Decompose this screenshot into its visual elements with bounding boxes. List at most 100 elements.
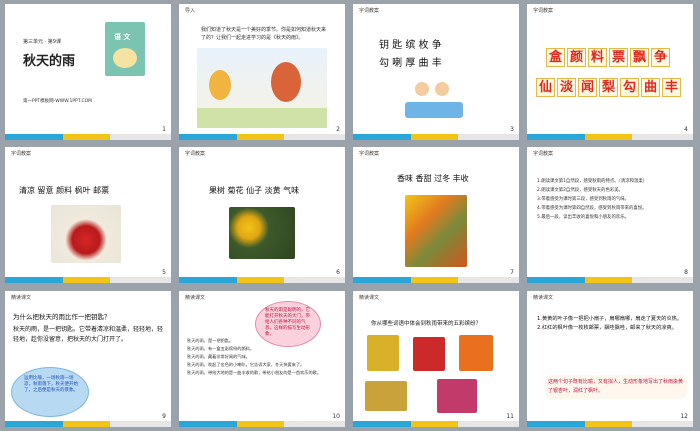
cover-illustration <box>113 48 137 68</box>
slide-2[interactable]: 导入 我们知道了秋天是一个美好的季节。你是如何知道秋天来了的？让我们一起走进学习… <box>179 4 345 140</box>
question-text: 为什么把秋天的雨比作一把钥匙？ <box>13 313 111 321</box>
slide-number: 7 <box>510 269 514 276</box>
passage-line: 1.黄黄的叶子像一把把小扇子，扇哪扇哪，扇走了夏天的炎热。 <box>537 316 683 322</box>
ginkgo-tree-image <box>367 335 399 371</box>
slide-footer-bar <box>179 274 345 283</box>
slide-header: 字词教案 <box>533 151 554 157</box>
slide-number: 4 <box>684 126 688 133</box>
vocab-row-2: 勾 喇 厚 曲 丰 <box>379 58 442 69</box>
slide-number: 12 <box>680 413 688 420</box>
char-tile: 颜 <box>567 48 586 67</box>
slide-12[interactable]: 精读课文 1.黄黄的叶子像一把把小扇子，扇哪扇哪，扇走了夏天的炎热。 2.红红的… <box>527 291 693 427</box>
persimmons-image <box>459 335 493 371</box>
char-tile: 淡 <box>557 78 576 97</box>
red-character-row-1: 盒颜料票飘争 <box>545 46 671 67</box>
reading-tasks: 1.朗读课文第1自然段，感受秋雨的特点。（清凉和温柔） 2.朗读课文第2自然段，… <box>537 177 687 222</box>
slide-5[interactable]: 字词教案 清凉 留意 颜料 枫叶 邮票 5 <box>5 147 171 283</box>
vocab-words: 清凉 留意 颜料 枫叶 邮票 <box>19 186 110 195</box>
passage-lines: 1.黄黄的叶子像一把把小扇子，扇哪扇哪，扇走了夏天的炎热。 2.红红的枫叶像一枚… <box>537 315 687 333</box>
char-tile: 料 <box>588 48 607 67</box>
char-tile: 丰 <box>662 78 681 97</box>
char-tile: 闻 <box>578 78 597 97</box>
char-tile: 票 <box>609 48 628 67</box>
slide-footer-bar <box>5 131 171 140</box>
passage-line: 2.红红的枫叶像一枚枚邮票，飘哇飘哇，邮来了秋天的凉爽。 <box>537 325 677 331</box>
slide-header: 字词教案 <box>359 8 380 14</box>
task-item: 4.带着感受为课时第四自然段，感受到秋雨带来的喜悦。 <box>537 206 647 211</box>
footer-text: 第一PPT模板网-WWW.1PPT.COM <box>23 99 93 104</box>
slide-number: 1 <box>162 126 166 133</box>
slide-8[interactable]: 字词教案 1.朗读课文第1自然段，感受秋雨的特点。（清凉和温柔） 2.朗读课文第… <box>527 147 693 283</box>
passage-line: 秋天的雨，吹起了金色的小喇叭，它告诉大家，冬天快要来了。 <box>187 362 305 367</box>
passage-line: 秋天的雨，有一盒五彩缤纷的颜料。 <box>187 346 255 351</box>
slide-grid: 第三单元 · 第9课 秋天的雨 语 文 第一PPT模板网-WWW.1PPT.CO… <box>5 4 695 427</box>
slide-footer-bar <box>179 418 345 427</box>
annotation-bubble: 运用比喻，一场秋雨一场凉，秋雨落下，秋天便开始了，之后便是秋天的景象。 <box>11 367 89 417</box>
slide-header: 精读课文 <box>11 295 32 301</box>
annotation-bubble: 秋天的雨是聪明的，它能打开秋天的大门，带给人们各种不同的气息，这样的描写生动形象… <box>255 301 321 347</box>
vocab-words: 香味 香甜 过冬 丰收 <box>397 174 469 183</box>
textbook-cover: 语 文 <box>105 22 145 76</box>
unit-label: 第三单元 · 第9课 <box>23 39 61 45</box>
slide-number: 6 <box>336 269 340 276</box>
slide-header: 导入 <box>185 8 196 14</box>
kids-reading-image <box>405 78 463 122</box>
task-item: 5.最后一段，读出丰收的喜悦和小朋友的欢乐。 <box>537 215 630 220</box>
char-tile: 飘 <box>630 48 649 67</box>
slide-footer-bar <box>353 131 519 140</box>
slide-1[interactable]: 第三单元 · 第9课 秋天的雨 语 文 第一PPT模板网-WWW.1PPT.CO… <box>5 4 171 140</box>
passage-text: 秋天的雨，是一把钥匙。它带着清凉和温柔，轻轻地，轻轻地，趁你没留意，把秋天的大门… <box>13 326 164 343</box>
char-tile: 曲 <box>641 78 660 97</box>
slide-6[interactable]: 字词教案 果树 菊花 仙子 淡黄 气味 6 <box>179 147 345 283</box>
chrysanthemum-image <box>437 379 477 413</box>
slide-footer-bar <box>5 418 171 427</box>
slide-header: 字词教案 <box>359 151 380 157</box>
slide-footer-bar <box>353 274 519 283</box>
task-item: 3.带着感受为课时第三段，感受到秋雨的气味。 <box>537 197 630 202</box>
red-maple-leaf-image <box>51 205 121 263</box>
slide-header: 精读课文 <box>359 295 380 301</box>
autumn-leaves-image <box>405 195 467 267</box>
slide-footer-bar <box>527 131 693 140</box>
slide-header: 字词教案 <box>185 151 206 157</box>
char-tile: 争 <box>651 48 670 67</box>
passage-line: 秋天的雨，带给大地的是一曲丰收的歌，带给小朋友的是一首欢乐的歌。 <box>187 370 322 375</box>
slide-footer-bar <box>353 418 519 427</box>
slide-number: 5 <box>162 269 166 276</box>
slide-footer-bar <box>5 274 171 283</box>
slide-header: 字词教案 <box>533 8 554 14</box>
slide-number: 3 <box>510 126 514 133</box>
autumn-landscape-image <box>197 48 327 128</box>
slide-7[interactable]: 字词教案 香味 香甜 过冬 丰收 7 <box>353 147 519 283</box>
task-item: 1.朗读课文第1自然段，感受秋雨的特点。（清凉和温柔） <box>537 179 648 184</box>
task-item: 2.朗读课文第2自然段，感受秋天的色彩美。 <box>537 188 624 193</box>
slide-3[interactable]: 字词教案 钥 匙 缤 枚 争 勾 喇 厚 曲 丰 3 <box>353 4 519 140</box>
slide-header: 精读课文 <box>185 295 206 301</box>
slide-11[interactable]: 精读课文 你从哪些词语中体会到秋雨带来的五彩缤纷？ 11 <box>353 291 519 427</box>
slide-10[interactable]: 精读课文 秋天的雨，是一把钥匙。 秋天的雨，有一盒五彩缤纷的颜料。 秋天的雨，藏… <box>179 291 345 427</box>
slide-number: 8 <box>684 269 688 276</box>
vocab-words: 果树 菊花 仙子 淡黄 气味 <box>209 186 300 195</box>
slide-header: 字词教案 <box>11 151 32 157</box>
intro-text: 我们知道了秋天是一个美好的季节。你是如何知道秋天来了的？让我们一起走进学习的是《… <box>201 27 327 41</box>
maple-leaf-image <box>413 337 445 371</box>
slide-title: 秋天的雨 <box>23 54 76 69</box>
slide-footer-bar <box>527 418 693 427</box>
question-text: 你从哪些词语中体会到秋雨带来的五彩缤纷？ <box>371 321 482 327</box>
char-tile: 仙 <box>536 78 555 97</box>
char-tile: 盒 <box>546 48 565 67</box>
slide-number: 11 <box>506 413 514 420</box>
slide-number: 2 <box>336 126 340 133</box>
wheat-field-image <box>365 381 407 411</box>
red-character-row-2: 仙淡闻梨勾曲丰 <box>535 76 682 97</box>
slide-9[interactable]: 精读课文 为什么把秋天的雨比作一把钥匙？ 秋天的雨，是一把钥匙。它带着清凉和温柔… <box>5 291 171 427</box>
slide-4[interactable]: 字词教案 盒颜料票飘争 仙淡闻梨勾曲丰 4 <box>527 4 693 140</box>
passage-lines: 秋天的雨，是一把钥匙。 秋天的雨，有一盒五彩缤纷的颜料。 秋天的雨，藏着非常好闻… <box>187 337 337 377</box>
slide-header: 精读课文 <box>533 295 554 301</box>
vocab-row-1: 钥 匙 缤 枚 争 <box>379 40 442 51</box>
char-tile: 勾 <box>620 78 639 97</box>
slide-footer-bar <box>527 274 693 283</box>
char-tile: 梨 <box>599 78 618 97</box>
slide-number: 10 <box>332 413 340 420</box>
ginkgo-leaves-image <box>229 207 295 259</box>
